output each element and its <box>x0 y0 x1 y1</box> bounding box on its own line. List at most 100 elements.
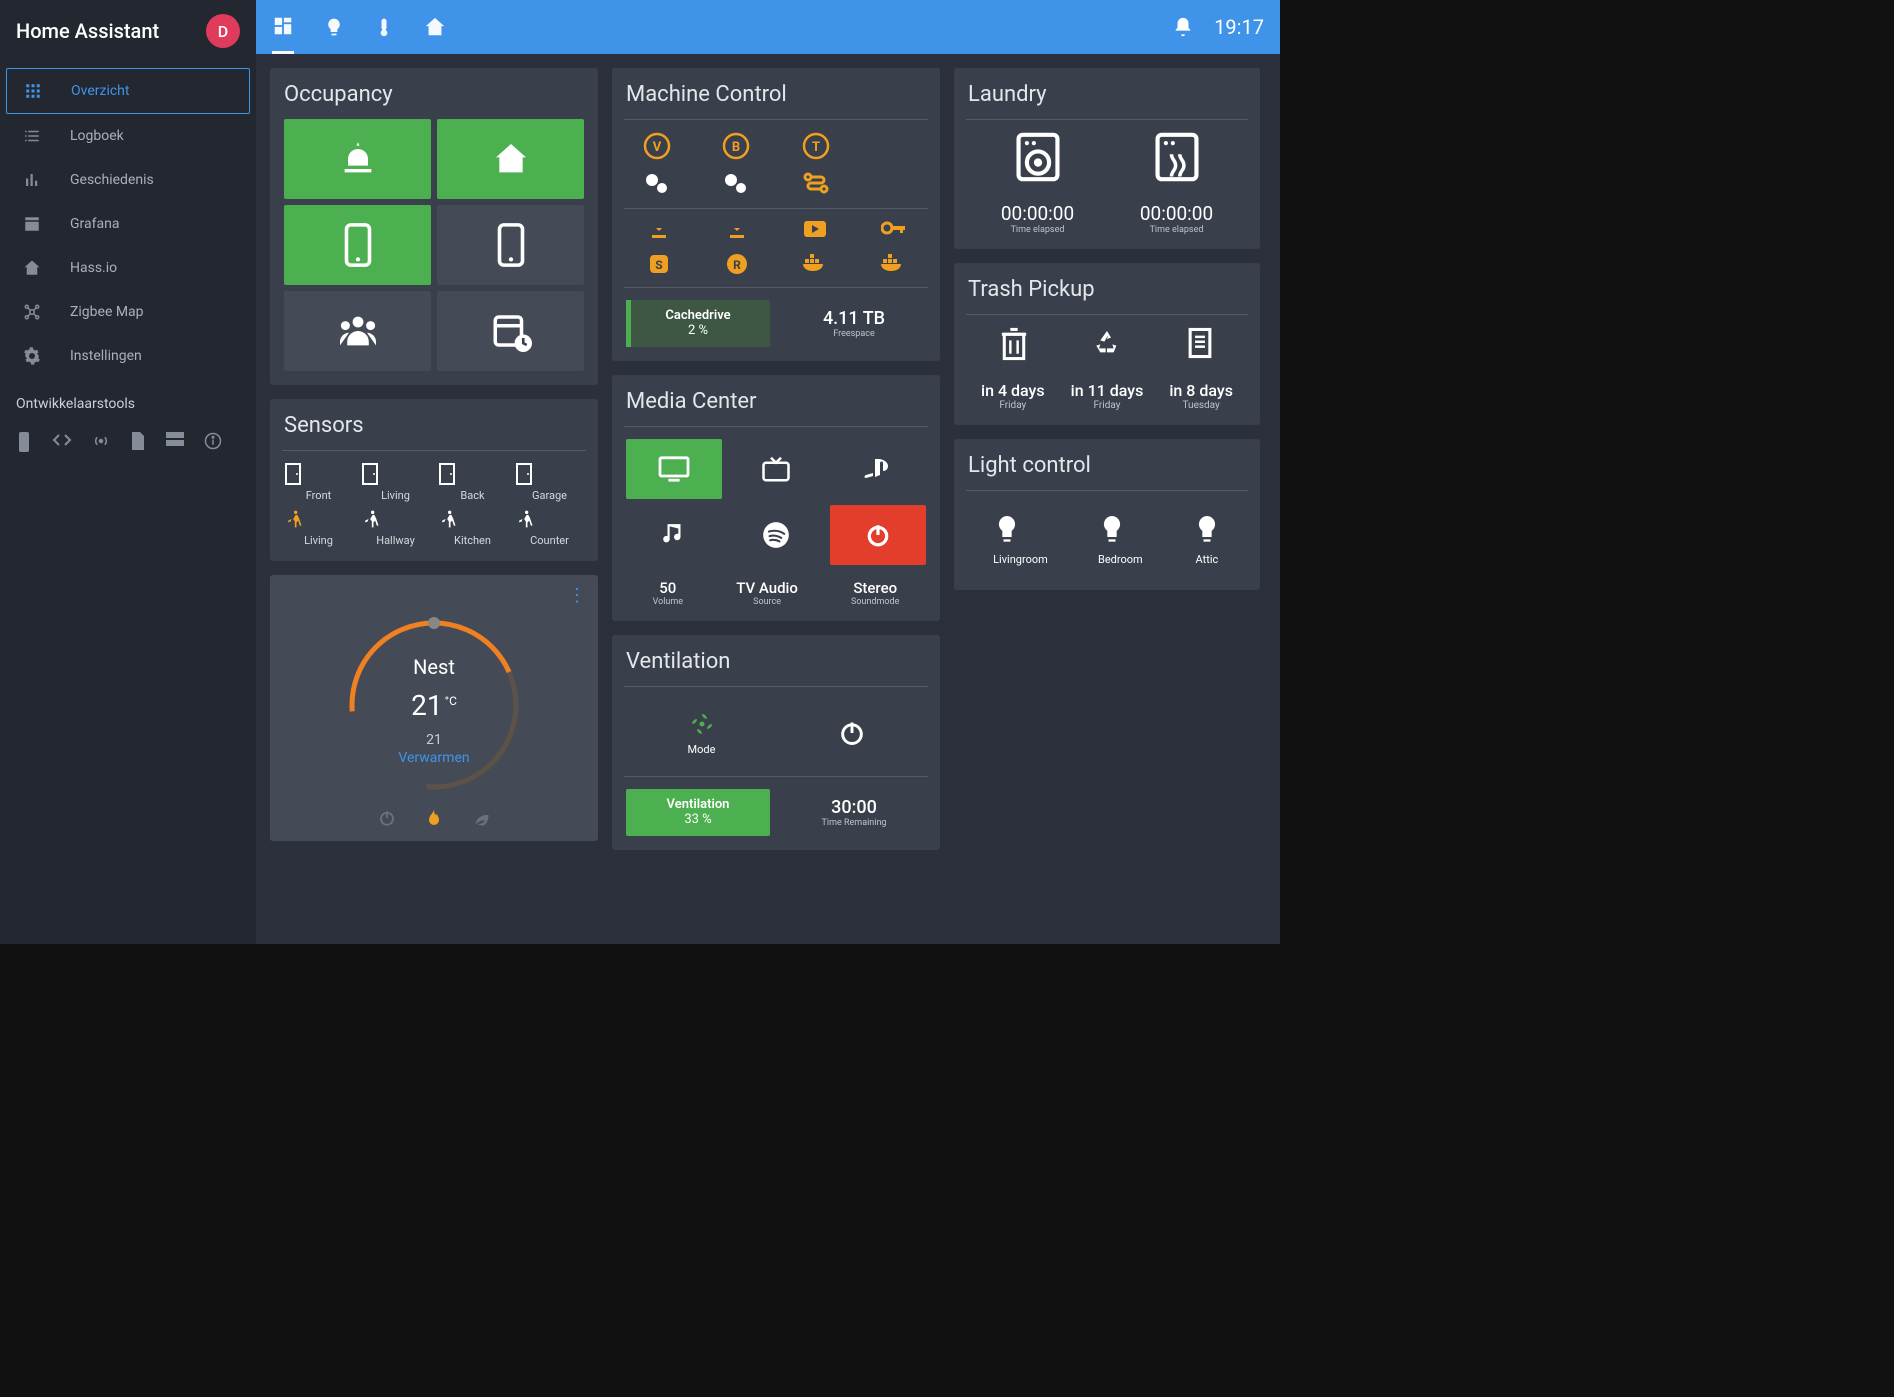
sensor-motion-hallway[interactable]: Hallway <box>361 508 430 547</box>
card-ventilation: Ventilation Mode Ventilation 33 % <box>612 635 940 850</box>
route-icon[interactable] <box>803 172 829 196</box>
broadcast-icon[interactable] <box>92 432 110 452</box>
tile-music[interactable] <box>626 505 722 565</box>
clock: 19:17 <box>1214 15 1264 39</box>
tab-dashboard[interactable] <box>272 1 294 54</box>
tile-phone-2[interactable] <box>437 205 584 285</box>
dev-tools-header: Ontwikkelaarstools <box>0 378 256 422</box>
card-light-control: Light control Livingroom Bedroom Attic <box>954 439 1260 590</box>
tile-home[interactable] <box>437 119 584 199</box>
sensor-door-front[interactable]: Front <box>284 463 353 502</box>
tile-tv[interactable] <box>728 439 824 499</box>
tab-home[interactable] <box>424 2 446 52</box>
tile-schedule[interactable] <box>437 291 584 371</box>
play-icon[interactable] <box>804 221 826 241</box>
download-icon[interactable] <box>727 221 747 241</box>
file-icon[interactable] <box>130 432 146 452</box>
media-volume[interactable]: 50Volume <box>653 579 683 607</box>
thermostat-dial[interactable]: Nest 21°C 21 Verwarmen <box>280 595 588 795</box>
tile-power[interactable] <box>830 505 926 565</box>
letter-b-icon[interactable]: B <box>722 132 750 160</box>
card-title: Trash Pickup <box>968 277 1246 302</box>
light-livingroom[interactable]: Livingroom <box>993 513 1048 566</box>
dryer-time: 00:00:00Time elapsed <box>1140 202 1213 235</box>
letter-v-icon[interactable]: V <box>643 132 671 160</box>
tile-monitor[interactable] <box>626 439 722 499</box>
power-icon[interactable] <box>378 809 396 829</box>
topbar: 19:17 <box>256 0 1280 54</box>
washer-icon[interactable] <box>1015 132 1061 182</box>
card-title: Ventilation <box>626 649 926 674</box>
light-attic[interactable]: Attic <box>1193 513 1221 566</box>
sidebar-item-grafana[interactable]: Grafana <box>6 202 250 246</box>
recycle-icon[interactable] <box>1091 327 1123 361</box>
svg-text:B: B <box>732 140 740 155</box>
paper-icon[interactable] <box>1185 327 1215 361</box>
thermostat-name: Nest <box>280 655 588 679</box>
gauge-time-remaining[interactable]: 30:00 Time Remaining <box>782 789 926 836</box>
sidebar-item-label: Grafana <box>70 216 119 232</box>
sensor-door-living[interactable]: Living <box>361 463 430 502</box>
gears-icon[interactable] <box>644 172 670 196</box>
gauge-freespace[interactable]: 4.11 TB Freespace <box>782 300 926 347</box>
tile-playstation[interactable] <box>830 439 926 499</box>
mesh-icon <box>22 302 42 322</box>
avatar[interactable]: D <box>206 14 240 48</box>
sensor-door-garage[interactable]: Garage <box>515 463 584 502</box>
code-icon[interactable] <box>52 432 72 452</box>
sidebar-item-instellingen[interactable]: Instellingen <box>6 334 250 378</box>
letter-t-icon[interactable]: T <box>802 132 830 160</box>
docker-icon[interactable] <box>881 253 905 275</box>
server-icon[interactable] <box>166 432 184 452</box>
card-laundry: Laundry 00:00:00Time elapsed 00:00:00Tim… <box>954 68 1260 249</box>
dryer-icon[interactable] <box>1154 132 1200 182</box>
sensor-motion-counter[interactable]: Counter <box>515 508 584 547</box>
light-bedroom[interactable]: Bedroom <box>1098 513 1143 566</box>
card-thermostat: ⋮ Nest 21°C 21 Verwarmen <box>270 575 598 841</box>
flame-icon[interactable] <box>426 809 442 829</box>
docker-icon[interactable] <box>803 253 827 275</box>
sidebar-item-logboek[interactable]: Logboek <box>6 114 250 158</box>
leaf-icon[interactable] <box>472 809 490 829</box>
home-assistant-icon <box>22 258 42 278</box>
letter-r-icon[interactable]: R <box>726 253 748 275</box>
gauge-ventilation[interactable]: Ventilation 33 % <box>626 789 770 836</box>
main: 19:17 Occupancy Sensors Fron <box>256 0 1280 944</box>
sidebar-item-hassio[interactable]: Hass.io <box>6 246 250 290</box>
sensor-motion-kitchen[interactable]: Kitchen <box>438 508 507 547</box>
sidebar-item-geschiedenis[interactable]: Geschiedenis <box>6 158 250 202</box>
vent-power[interactable] <box>838 719 866 747</box>
remote-icon[interactable] <box>16 432 32 452</box>
tab-lights[interactable] <box>324 2 344 52</box>
gauge-cachedrive[interactable]: Cachedrive 2 % <box>626 300 770 347</box>
key-icon[interactable] <box>881 221 905 241</box>
tile-spotify[interactable] <box>728 505 824 565</box>
panel-icon <box>22 214 42 234</box>
tile-alarm[interactable] <box>284 119 431 199</box>
gears-icon[interactable] <box>723 172 749 196</box>
tab-climate[interactable] <box>374 2 394 52</box>
sensor-motion-living[interactable]: Living <box>284 508 353 547</box>
svg-text:T: T <box>812 140 820 155</box>
svg-text:S: S <box>655 258 662 272</box>
trash-icon[interactable] <box>999 327 1029 361</box>
dashboard-icon <box>23 81 43 101</box>
card-title: Laundry <box>968 82 1246 107</box>
vent-mode[interactable]: Mode <box>687 709 717 756</box>
card-sensors: Sensors Front Living Back Garage Living … <box>270 399 598 561</box>
notifications-icon[interactable] <box>1172 16 1194 38</box>
media-source[interactable]: TV AudioSource <box>736 579 798 607</box>
card-occupancy: Occupancy <box>270 68 598 385</box>
tile-phone-1[interactable] <box>284 205 431 285</box>
list-icon <box>22 126 42 146</box>
sidebar-item-zigbee[interactable]: Zigbee Map <box>6 290 250 334</box>
tile-guests[interactable] <box>284 291 431 371</box>
sensor-door-back[interactable]: Back <box>438 463 507 502</box>
sidebar-item-overzicht[interactable]: Overzicht <box>6 68 250 114</box>
letter-s-icon[interactable]: S <box>648 253 670 275</box>
card-title: Machine Control <box>626 82 926 107</box>
info-icon[interactable] <box>204 432 222 452</box>
media-soundmode[interactable]: StereoSoundmode <box>851 579 899 607</box>
download-icon[interactable] <box>649 221 669 241</box>
dev-tools-row <box>0 422 256 462</box>
